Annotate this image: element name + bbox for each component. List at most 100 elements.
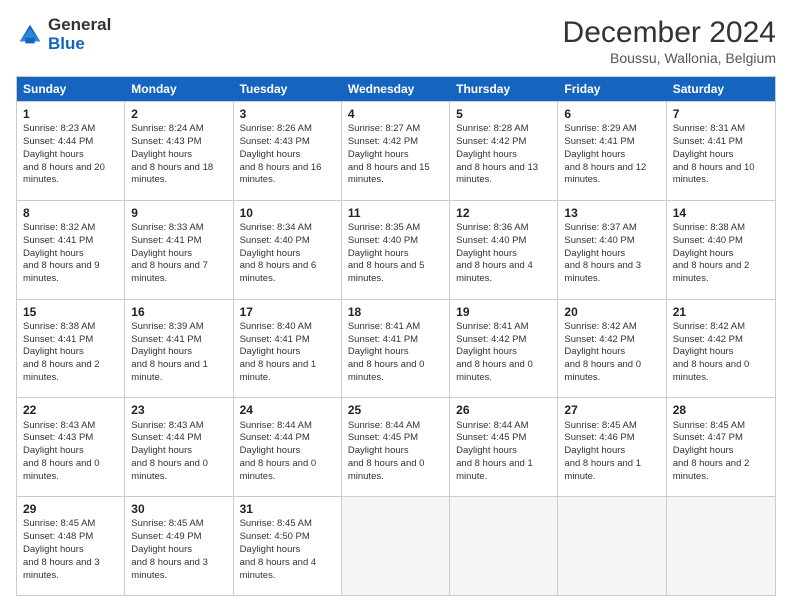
day-number: 20 [564,304,659,320]
logo: General Blue [16,16,111,53]
table-row [667,497,775,595]
table-row: 18 Sunrise: 8:41 AMSunset: 4:41 PMDaylig… [342,300,450,398]
table-row: 3 Sunrise: 8:26 AMSunset: 4:43 PMDayligh… [234,102,342,200]
table-row: 29 Sunrise: 8:45 AMSunset: 4:48 PMDaylig… [17,497,125,595]
logo-blue-text: Blue [48,35,111,54]
table-row: 22 Sunrise: 8:43 AMSunset: 4:43 PMDaylig… [17,398,125,496]
day-number: 15 [23,304,118,320]
cell-info: Sunrise: 8:28 AMSunset: 4:42 PMDaylight … [456,123,538,185]
table-row: 25 Sunrise: 8:44 AMSunset: 4:45 PMDaylig… [342,398,450,496]
cell-info: Sunrise: 8:29 AMSunset: 4:41 PMDaylight … [564,123,646,185]
calendar-row-5: 29 Sunrise: 8:45 AMSunset: 4:48 PMDaylig… [17,496,775,595]
day-number: 29 [23,501,118,517]
cell-info: Sunrise: 8:33 AMSunset: 4:41 PMDaylight … [131,222,208,284]
table-row: 20 Sunrise: 8:42 AMSunset: 4:42 PMDaylig… [558,300,666,398]
table-row: 2 Sunrise: 8:24 AMSunset: 4:43 PMDayligh… [125,102,233,200]
table-row: 7 Sunrise: 8:31 AMSunset: 4:41 PMDayligh… [667,102,775,200]
table-row: 12 Sunrise: 8:36 AMSunset: 4:40 PMDaylig… [450,201,558,299]
day-number: 9 [131,205,226,221]
cell-info: Sunrise: 8:37 AMSunset: 4:40 PMDaylight … [564,222,641,284]
table-row: 24 Sunrise: 8:44 AMSunset: 4:44 PMDaylig… [234,398,342,496]
weekday-thursday: Thursday [450,77,558,101]
table-row: 10 Sunrise: 8:34 AMSunset: 4:40 PMDaylig… [234,201,342,299]
cell-info: Sunrise: 8:42 AMSunset: 4:42 PMDaylight … [564,321,641,383]
cell-info: Sunrise: 8:42 AMSunset: 4:42 PMDaylight … [673,321,750,383]
day-number: 23 [131,402,226,418]
cell-info: Sunrise: 8:45 AMSunset: 4:46 PMDaylight … [564,420,641,482]
cell-info: Sunrise: 8:24 AMSunset: 4:43 PMDaylight … [131,123,213,185]
cell-info: Sunrise: 8:40 AMSunset: 4:41 PMDaylight … [240,321,317,383]
cell-info: Sunrise: 8:45 AMSunset: 4:48 PMDaylight … [23,518,100,580]
table-row: 13 Sunrise: 8:37 AMSunset: 4:40 PMDaylig… [558,201,666,299]
cell-info: Sunrise: 8:27 AMSunset: 4:42 PMDaylight … [348,123,430,185]
cell-info: Sunrise: 8:36 AMSunset: 4:40 PMDaylight … [456,222,533,284]
day-number: 16 [131,304,226,320]
cell-info: Sunrise: 8:45 AMSunset: 4:49 PMDaylight … [131,518,208,580]
day-number: 6 [564,106,659,122]
table-row: 23 Sunrise: 8:43 AMSunset: 4:44 PMDaylig… [125,398,233,496]
cell-info: Sunrise: 8:44 AMSunset: 4:44 PMDaylight … [240,420,317,482]
cell-info: Sunrise: 8:45 AMSunset: 4:47 PMDaylight … [673,420,750,482]
table-row: 26 Sunrise: 8:44 AMSunset: 4:45 PMDaylig… [450,398,558,496]
calendar: Sunday Monday Tuesday Wednesday Thursday… [16,76,776,596]
cell-info: Sunrise: 8:31 AMSunset: 4:41 PMDaylight … [673,123,755,185]
logo-general-text: General [48,16,111,35]
day-number: 19 [456,304,551,320]
table-row: 30 Sunrise: 8:45 AMSunset: 4:49 PMDaylig… [125,497,233,595]
table-row: 16 Sunrise: 8:39 AMSunset: 4:41 PMDaylig… [125,300,233,398]
cell-info: Sunrise: 8:38 AMSunset: 4:41 PMDaylight … [23,321,100,383]
table-row: 1 Sunrise: 8:23 AMSunset: 4:44 PMDayligh… [17,102,125,200]
day-number: 1 [23,106,118,122]
day-number: 14 [673,205,769,221]
weekday-friday: Friday [558,77,666,101]
month-title: December 2024 [563,16,776,50]
day-number: 11 [348,205,443,221]
calendar-row-4: 22 Sunrise: 8:43 AMSunset: 4:43 PMDaylig… [17,397,775,496]
table-row: 9 Sunrise: 8:33 AMSunset: 4:41 PMDayligh… [125,201,233,299]
weekday-sunday: Sunday [17,77,125,101]
logo-text: General Blue [48,16,111,53]
table-row: 19 Sunrise: 8:41 AMSunset: 4:42 PMDaylig… [450,300,558,398]
table-row: 11 Sunrise: 8:35 AMSunset: 4:40 PMDaylig… [342,201,450,299]
table-row: 21 Sunrise: 8:42 AMSunset: 4:42 PMDaylig… [667,300,775,398]
table-row: 15 Sunrise: 8:38 AMSunset: 4:41 PMDaylig… [17,300,125,398]
calendar-header: Sunday Monday Tuesday Wednesday Thursday… [17,77,775,101]
day-number: 8 [23,205,118,221]
weekday-tuesday: Tuesday [234,77,342,101]
cell-info: Sunrise: 8:39 AMSunset: 4:41 PMDaylight … [131,321,208,383]
day-number: 2 [131,106,226,122]
cell-info: Sunrise: 8:44 AMSunset: 4:45 PMDaylight … [456,420,533,482]
table-row: 8 Sunrise: 8:32 AMSunset: 4:41 PMDayligh… [17,201,125,299]
weekday-monday: Monday [125,77,233,101]
calendar-body: 1 Sunrise: 8:23 AMSunset: 4:44 PMDayligh… [17,101,775,595]
day-number: 30 [131,501,226,517]
calendar-row-2: 8 Sunrise: 8:32 AMSunset: 4:41 PMDayligh… [17,200,775,299]
day-number: 28 [673,402,769,418]
cell-info: Sunrise: 8:44 AMSunset: 4:45 PMDaylight … [348,420,425,482]
cell-info: Sunrise: 8:23 AMSunset: 4:44 PMDaylight … [23,123,105,185]
day-number: 12 [456,205,551,221]
weekday-wednesday: Wednesday [342,77,450,101]
weekday-saturday: Saturday [667,77,775,101]
day-number: 5 [456,106,551,122]
day-number: 10 [240,205,335,221]
day-number: 22 [23,402,118,418]
cell-info: Sunrise: 8:34 AMSunset: 4:40 PMDaylight … [240,222,317,284]
table-row [558,497,666,595]
day-number: 31 [240,501,335,517]
table-row: 14 Sunrise: 8:38 AMSunset: 4:40 PMDaylig… [667,201,775,299]
table-row [450,497,558,595]
day-number: 27 [564,402,659,418]
cell-info: Sunrise: 8:32 AMSunset: 4:41 PMDaylight … [23,222,100,284]
day-number: 21 [673,304,769,320]
day-number: 3 [240,106,335,122]
day-number: 18 [348,304,443,320]
cell-info: Sunrise: 8:45 AMSunset: 4:50 PMDaylight … [240,518,317,580]
cell-info: Sunrise: 8:41 AMSunset: 4:41 PMDaylight … [348,321,425,383]
location-subtitle: Boussu, Wallonia, Belgium [563,50,776,66]
title-block: December 2024 Boussu, Wallonia, Belgium [563,16,776,66]
cell-info: Sunrise: 8:43 AMSunset: 4:44 PMDaylight … [131,420,208,482]
calendar-row-1: 1 Sunrise: 8:23 AMSunset: 4:44 PMDayligh… [17,101,775,200]
day-number: 4 [348,106,443,122]
cell-info: Sunrise: 8:38 AMSunset: 4:40 PMDaylight … [673,222,750,284]
